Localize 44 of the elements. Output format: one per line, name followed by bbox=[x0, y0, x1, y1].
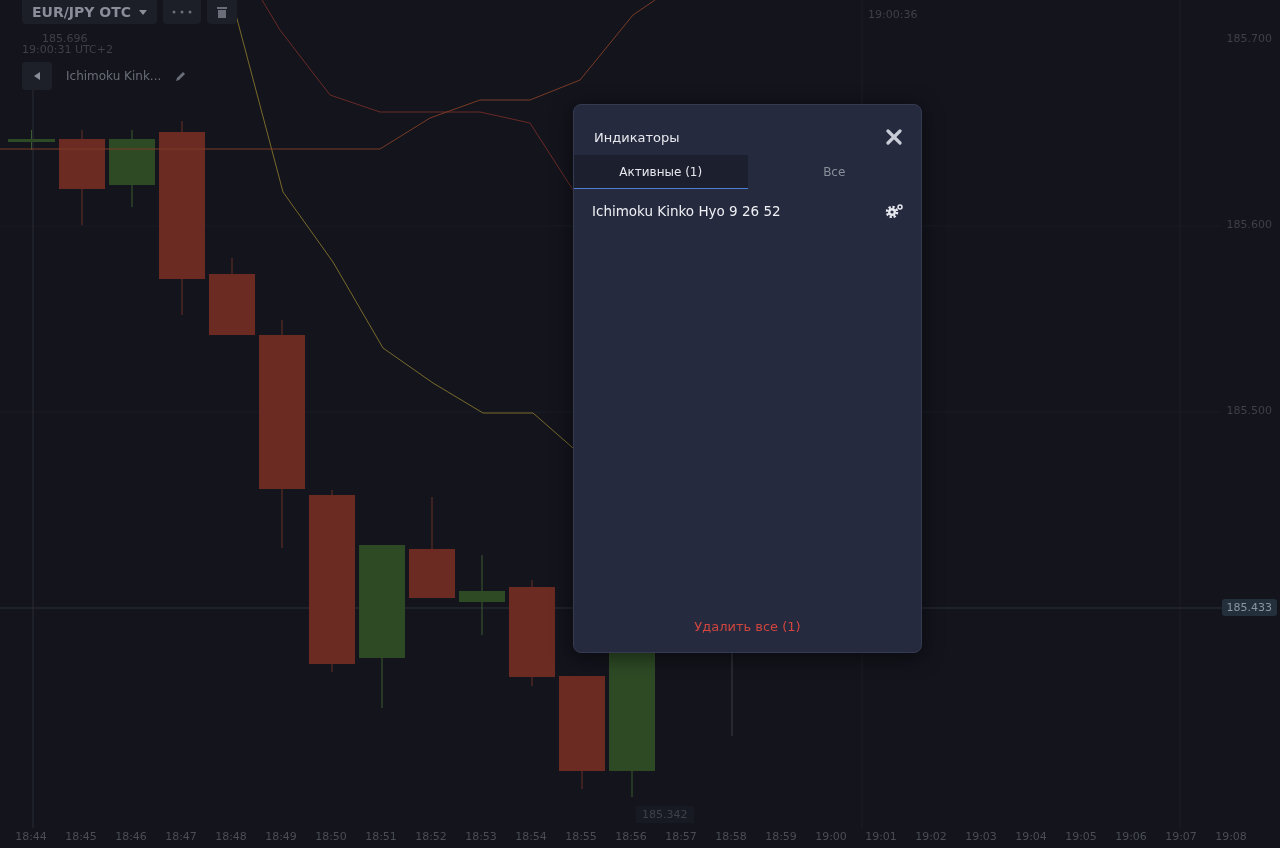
collapse-button[interactable] bbox=[22, 62, 52, 90]
time-label: 18:57 bbox=[665, 830, 697, 843]
caret-icon bbox=[139, 9, 148, 15]
time-label: 18:55 bbox=[565, 830, 597, 843]
more-icon bbox=[172, 9, 193, 14]
current-price-badge: 185.433 bbox=[1221, 599, 1277, 616]
time-label: 18:51 bbox=[365, 830, 397, 843]
time-label: 19:07 bbox=[1165, 830, 1197, 843]
time-label: 18:50 bbox=[315, 830, 347, 843]
time-label: 19:05 bbox=[1065, 830, 1097, 843]
indicator-name: Ichimoku Kinko Hyo 9 26 52 bbox=[592, 203, 781, 219]
time-label: 18:58 bbox=[715, 830, 747, 843]
dialog-title: Индикаторы bbox=[594, 129, 680, 145]
time-label: 18:54 bbox=[515, 830, 547, 843]
time-label: 18:59 bbox=[765, 830, 797, 843]
pencil-icon[interactable] bbox=[175, 70, 187, 82]
time-label: 19:00 bbox=[815, 830, 847, 843]
time-label: 19:03 bbox=[965, 830, 997, 843]
close-button[interactable] bbox=[885, 128, 903, 146]
time-label: 18:56 bbox=[615, 830, 647, 843]
candle bbox=[8, 129, 55, 151]
settings-icon[interactable] bbox=[885, 204, 903, 218]
time-label: 19:02 bbox=[915, 830, 947, 843]
time-label: 18:52 bbox=[415, 830, 447, 843]
left-arrow-icon bbox=[34, 72, 40, 80]
tab[interactable]: Все bbox=[747, 155, 921, 189]
delete-button[interactable] bbox=[207, 0, 238, 24]
time-label: 19:01 bbox=[865, 830, 897, 843]
delete-all-button[interactable]: Удалить все (1) bbox=[690, 615, 805, 638]
indicator-label: Ichimoku Kink... bbox=[66, 69, 162, 83]
close-icon bbox=[886, 129, 902, 145]
time-label: 19:08 bbox=[1215, 830, 1247, 843]
time-label: 18:53 bbox=[465, 830, 497, 843]
time-label: 18:44 bbox=[15, 830, 47, 843]
time-label: 19:06 bbox=[1115, 830, 1147, 843]
time-label: 18:49 bbox=[265, 830, 297, 843]
time-label: 18:45 bbox=[65, 830, 97, 843]
time-label: 19:04 bbox=[1015, 830, 1047, 843]
tab[interactable]: Активные (1) bbox=[574, 155, 748, 189]
time-label: 18:46 bbox=[115, 830, 147, 843]
trash-icon bbox=[217, 5, 228, 18]
pair-selector[interactable]: EUR/JPY OTC bbox=[22, 0, 158, 24]
time-label: 18:48 bbox=[215, 830, 247, 843]
time-label: 18:47 bbox=[165, 830, 197, 843]
